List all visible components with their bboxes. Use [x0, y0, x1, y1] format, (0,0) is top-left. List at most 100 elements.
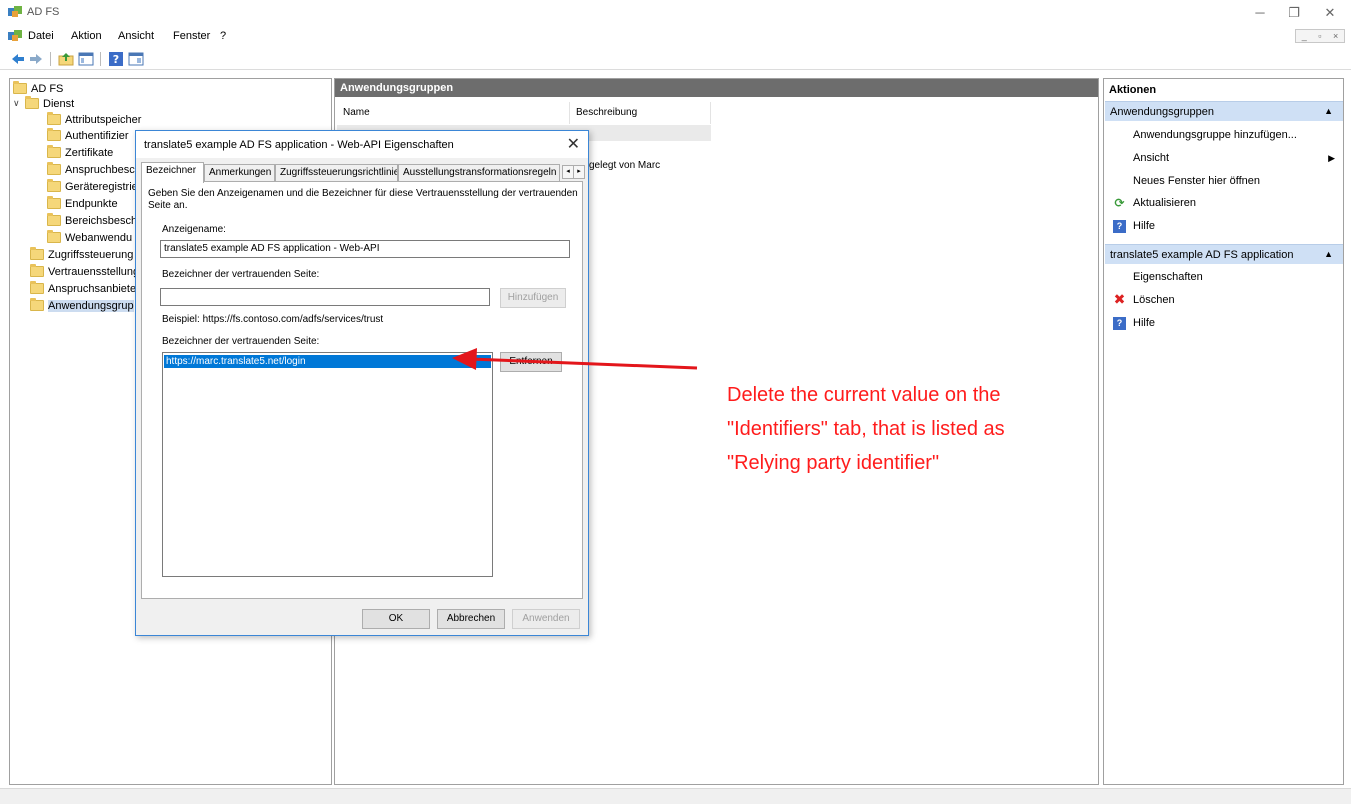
folder-icon [30, 264, 44, 277]
column-header-name[interactable]: Name [337, 102, 570, 124]
section-title: translate5 example AD FS application [1110, 249, 1294, 261]
folder-icon [13, 81, 27, 94]
tree-item-webanwendungsproxy[interactable]: Webanwendu [47, 230, 132, 245]
tree-item-adfs[interactable]: AD FS [13, 81, 63, 96]
add-button[interactable]: Hinzufügen [500, 288, 566, 308]
close-button[interactable]: ✕ [1315, 4, 1345, 22]
menu-fenster[interactable]: Fenster [173, 30, 210, 42]
folder-icon [47, 230, 61, 243]
forward-arrow-icon[interactable] [28, 51, 44, 67]
adfs-app-icon [8, 6, 22, 17]
menu-aktion[interactable]: Aktion [71, 30, 102, 42]
intro-text-line-1: Geben Sie den Anzeigenamen und die Bezei… [148, 188, 578, 199]
tree-item-zugriffssteuerung[interactable]: Zugriffssteuerung [30, 247, 133, 262]
remove-button[interactable]: Entfernen [500, 352, 562, 372]
svg-text:?: ? [113, 53, 119, 66]
tree-item-attributspeicher[interactable]: Attributspeicher [47, 112, 141, 127]
folder-icon [47, 128, 61, 141]
apply-button[interactable]: Anwenden [512, 609, 580, 629]
tree-item-endpunkte[interactable]: Endpunkte [47, 196, 118, 211]
back-arrow-icon[interactable] [10, 51, 26, 67]
tree-item-anwendungsgruppen[interactable]: Anwendungsgrup [30, 298, 134, 313]
display-name-label: Anzeigename: [162, 224, 226, 235]
folder-icon [47, 196, 61, 209]
mdi-close-button[interactable]: × [1333, 31, 1338, 41]
actions-section-anwendungsgruppen[interactable]: Anwendungsgruppen ▲ [1105, 101, 1343, 121]
tree-item-anspruchsanbieter[interactable]: Anspruchsanbiete [30, 281, 136, 296]
tree-item-zertifikate[interactable]: Zertifikate [47, 145, 113, 160]
cancel-button[interactable]: Abbrechen [437, 609, 505, 629]
collapse-triangle-icon[interactable]: ▲ [1324, 106, 1333, 116]
actions-title: Aktionen [1109, 84, 1157, 96]
menu-bar: Datei Aktion Ansicht Fenster ? [0, 27, 1351, 46]
action-help-2[interactable]: Hilfe [1133, 317, 1155, 329]
tab-bezeichner[interactable]: Bezeichner [141, 162, 204, 183]
folder-icon [30, 247, 44, 260]
folder-icon [25, 96, 39, 109]
action-view[interactable]: Ansicht [1133, 152, 1169, 164]
result-pane-header: Anwendungsgruppen [335, 79, 1098, 97]
menu-help[interactable]: ? [220, 30, 226, 42]
tab-scroll-right-icon[interactable]: ▸ [573, 165, 585, 179]
actions-pane: Aktionen Anwendungsgruppen ▲ Anwendungsg… [1103, 78, 1344, 785]
action-help[interactable]: Hilfe [1133, 220, 1155, 232]
dialog-titlebar: translate5 example AD FS application - W… [136, 131, 588, 158]
expand-chevron-icon[interactable]: ∨ [13, 98, 25, 109]
section-title: Anwendungsgruppen [1110, 106, 1214, 118]
action-properties[interactable]: Eigenschaften [1133, 271, 1203, 283]
tree-item-authentifizierung[interactable]: Authentifizier [47, 128, 129, 143]
tree-item-anspruchbeschreibungen[interactable]: Anspruchbesc [47, 162, 135, 177]
menu-ansicht[interactable]: Ansicht [118, 30, 154, 42]
window-title: AD FS [27, 6, 60, 18]
mdi-window-controls: _ ▫ × [1295, 29, 1345, 43]
action-new-window[interactable]: Neues Fenster hier öffnen [1133, 175, 1260, 187]
help-icon: ? [1113, 317, 1126, 330]
tree-item-vertrauensstellungen[interactable]: Vertrauensstellung [30, 264, 139, 279]
folder-icon [47, 112, 61, 125]
help-icon: ? [1113, 220, 1126, 233]
toolbar: ? [0, 48, 1351, 70]
show-hide-tree-icon[interactable] [78, 51, 94, 67]
folder-icon [47, 162, 61, 175]
status-bar [0, 788, 1351, 804]
dialog-tabs: Bezeichner Anmerkungen Zugriffssteuerung… [141, 162, 585, 183]
mdi-minimize-button[interactable]: _ [1302, 31, 1307, 41]
action-refresh[interactable]: Aktualisieren [1133, 197, 1196, 209]
annotation-line-3: "Relying party identifier" [727, 452, 940, 474]
action-delete[interactable]: Löschen [1133, 294, 1175, 306]
menu-datei[interactable]: Datei [28, 30, 54, 42]
tab-anmerkungen[interactable]: Anmerkungen [204, 164, 275, 182]
tab-ausstellungstransformationsregeln[interactable]: Ausstellungstransformationsregeln [398, 164, 560, 182]
dialog-title: translate5 example AD FS application - W… [144, 139, 454, 151]
adfs-menu-icon[interactable] [8, 30, 22, 42]
dialog-close-icon[interactable]: ✕ [567, 134, 580, 154]
help-icon[interactable]: ? [108, 51, 124, 67]
mdi-restore-button[interactable]: ▫ [1318, 31, 1321, 41]
collapse-triangle-icon[interactable]: ▲ [1324, 249, 1333, 259]
tree-item-geraeteregistrierung[interactable]: Geräteregistrie [47, 179, 138, 194]
tree-item-bereichsbeschreibungen[interactable]: Bereichsbesch [47, 213, 137, 228]
action-add-application-group[interactable]: Anwendungsgruppe hinzufügen... [1133, 129, 1297, 141]
identifier-input[interactable] [160, 288, 490, 306]
identifier-label: Bezeichner der vertrauenden Seite: [162, 269, 320, 280]
folder-icon [47, 213, 61, 226]
row-description-text: gelegt von Marc [589, 160, 661, 171]
minimize-button[interactable]: ─ [1245, 4, 1275, 22]
identifier-list[interactable]: https://marc.translate5.net/login [162, 352, 493, 577]
example-text: Beispiel: https://fs.contoso.com/adfs/se… [162, 314, 384, 325]
folder-icon [30, 298, 44, 311]
up-folder-icon[interactable] [58, 51, 74, 67]
actions-section-application[interactable]: translate5 example AD FS application ▲ [1105, 244, 1343, 264]
delete-x-icon: ✖ [1113, 291, 1126, 307]
ok-button[interactable]: OK [362, 609, 430, 629]
show-action-pane-icon[interactable] [128, 51, 144, 67]
submenu-arrow-icon: ▶ [1328, 153, 1335, 163]
restore-button[interactable]: ❐ [1279, 4, 1309, 22]
window-titlebar: AD FS ─ ❐ ✕ [0, 0, 1351, 26]
folder-icon [47, 179, 61, 192]
column-header-beschreibung[interactable]: Beschreibung [570, 102, 711, 124]
tree-item-dienst[interactable]: ∨ Dienst [13, 96, 74, 111]
tab-zugriffssteuerungsrichtlinie[interactable]: Zugriffssteuerungsrichtlinie [275, 164, 398, 182]
display-name-field[interactable]: translate5 example AD FS application - W… [160, 240, 570, 258]
list-item[interactable]: https://marc.translate5.net/login [164, 355, 491, 368]
